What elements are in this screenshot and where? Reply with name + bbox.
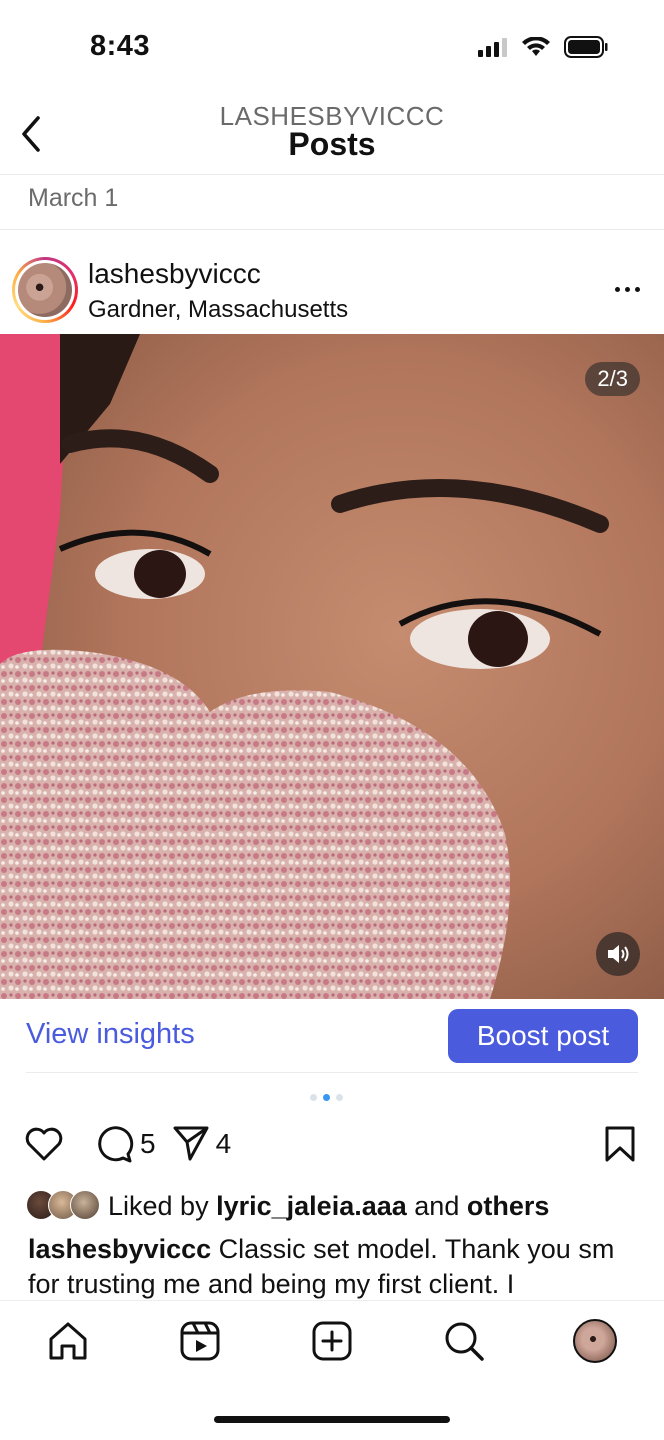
post-media[interactable] xyxy=(0,334,664,999)
reels-icon[interactable] xyxy=(178,1319,222,1363)
battery-icon xyxy=(564,36,608,58)
boost-post-button[interactable]: Boost post xyxy=(448,1009,638,1063)
liked-prefix: Liked by xyxy=(108,1191,209,1221)
bookmark-icon[interactable] xyxy=(604,1126,636,1162)
home-icon[interactable] xyxy=(46,1319,90,1363)
speaker-icon xyxy=(608,945,629,963)
caption-username[interactable]: lashesbyviccc xyxy=(28,1234,211,1264)
status-icons xyxy=(478,36,608,58)
carousel-dot xyxy=(310,1094,317,1101)
liker-avatar xyxy=(70,1190,100,1220)
insights-divider xyxy=(26,1072,638,1073)
post-photo xyxy=(0,334,664,999)
post-date: March 1 xyxy=(28,184,119,212)
post-actions: 5 4 xyxy=(24,1124,231,1164)
home-indicator[interactable] xyxy=(214,1416,450,1423)
bottom-nav xyxy=(0,1300,664,1385)
header-divider xyxy=(0,174,664,175)
sound-icon[interactable] xyxy=(596,932,640,976)
date-divider xyxy=(0,229,664,230)
signal-icon xyxy=(478,38,507,57)
carousel-dot-active xyxy=(323,1094,330,1101)
comment-count: 5 xyxy=(140,1128,156,1159)
wifi-icon xyxy=(522,37,550,56)
comment-icon[interactable] xyxy=(94,1124,134,1164)
liked-by-text[interactable]: Liked by lyric_jaleia.aaa and others xyxy=(108,1191,549,1222)
share-count: 4 xyxy=(215,1128,232,1159)
like-heart-icon[interactable] xyxy=(24,1126,64,1162)
post-location[interactable]: Gardner, Massachusetts xyxy=(88,296,348,324)
carousel-dot xyxy=(336,1094,343,1101)
create-icon[interactable] xyxy=(310,1319,354,1363)
carousel-counter: 2/3 xyxy=(585,362,640,396)
carousel-indicator xyxy=(310,1094,343,1101)
more-options-icon[interactable] xyxy=(615,287,640,292)
liker-avatars[interactable] xyxy=(26,1190,106,1220)
post-caption: lashesbyviccc Classic set model. Thank y… xyxy=(28,1232,643,1302)
page-title: Posts xyxy=(288,126,376,162)
post-username[interactable]: lashesbyviccc xyxy=(88,258,261,290)
status-time: 8:43 xyxy=(90,30,151,62)
share-icon[interactable] xyxy=(172,1125,210,1163)
profile-avatar[interactable] xyxy=(573,1319,617,1363)
liked-user[interactable]: lyric_jaleia.aaa xyxy=(216,1191,407,1221)
search-icon[interactable] xyxy=(442,1319,486,1363)
avatar[interactable] xyxy=(18,263,72,317)
liked-joiner: and xyxy=(414,1191,460,1221)
view-insights-link[interactable]: View insights xyxy=(26,1018,195,1051)
liked-others[interactable]: others xyxy=(467,1191,550,1221)
